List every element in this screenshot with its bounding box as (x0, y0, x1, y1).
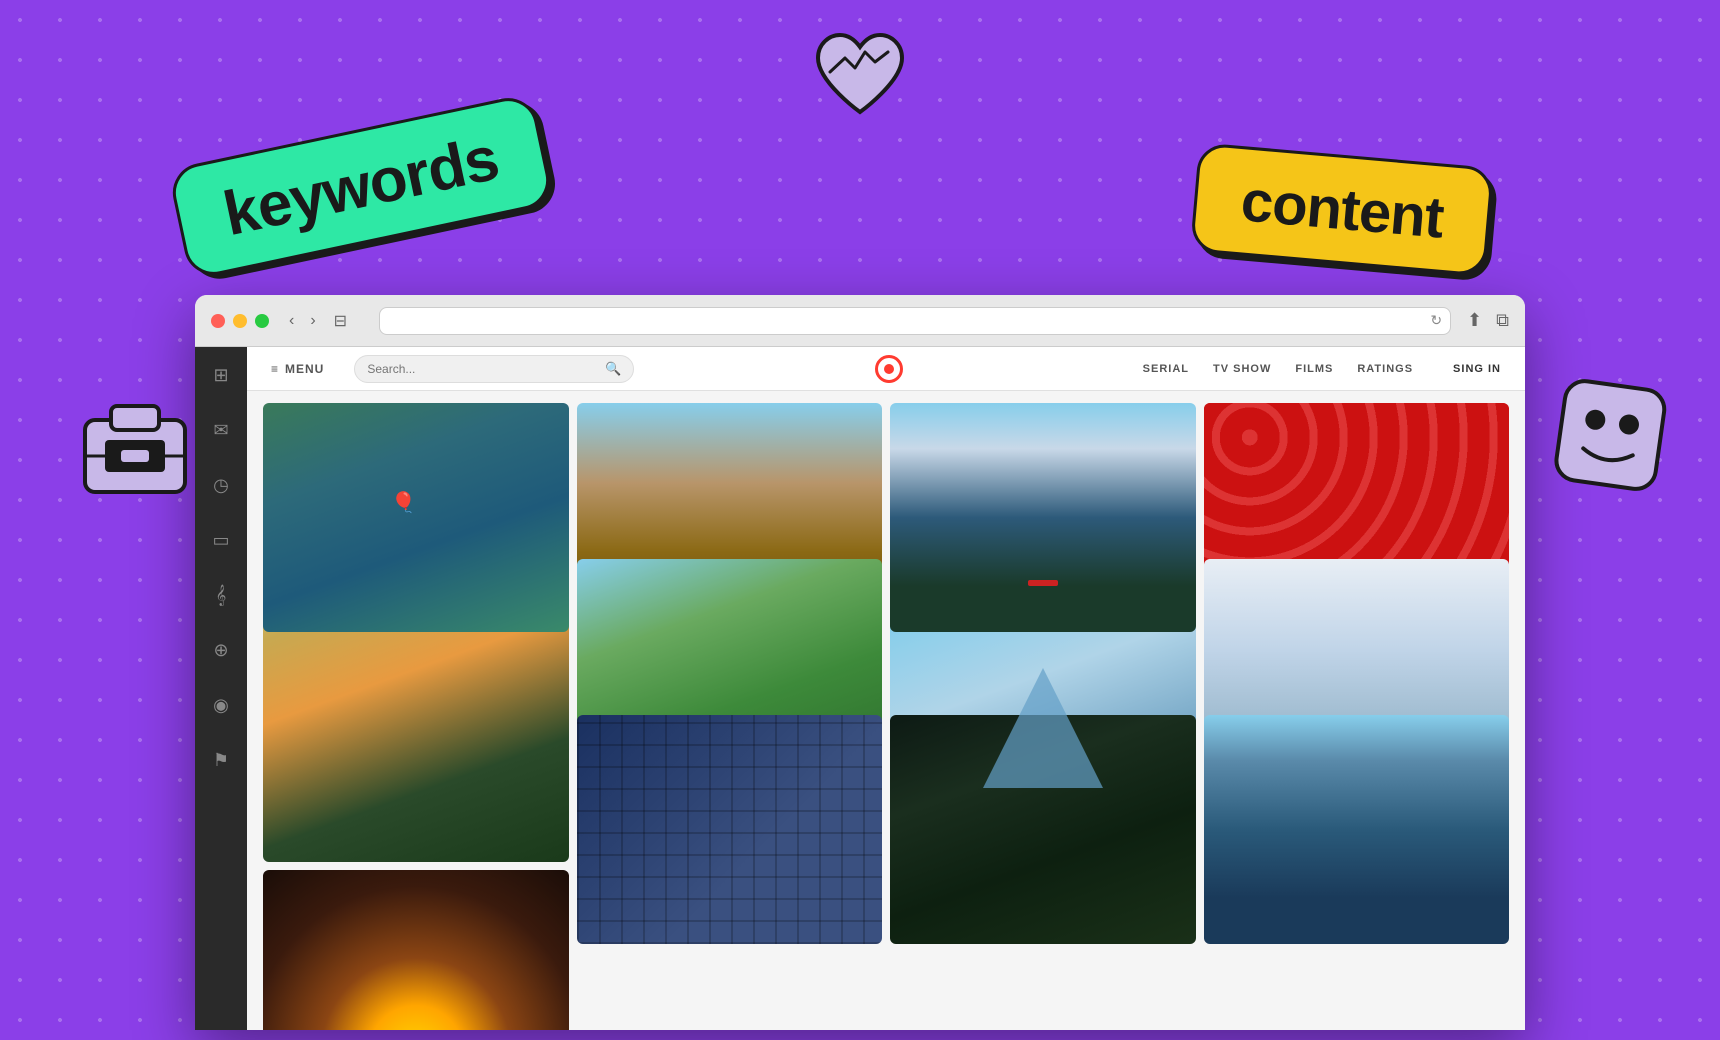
main-area: ≡ MENU 🔍 SERIAL TV SHOW FILMS RATINGS SI… (247, 347, 1525, 1030)
sidebar-clock-icon[interactable]: ◷ (207, 469, 235, 502)
site-logo[interactable] (875, 355, 903, 383)
logo-circle (875, 355, 903, 383)
share-icon[interactable]: ⬆ (1467, 310, 1482, 331)
sidebar-grid-icon[interactable]: ⊞ (207, 359, 234, 392)
content-label: content (1238, 168, 1445, 250)
sidebar-toggle-icon[interactable]: ⊟ (334, 311, 347, 331)
menu-label: MENU (285, 362, 324, 376)
sidebar-monitor-icon[interactable]: ▭ (206, 524, 235, 557)
refresh-icon[interactable]: ↻ (1430, 312, 1442, 329)
search-icon: 🔍 (605, 361, 621, 377)
gallery-grid: 🎈 (247, 391, 1525, 1030)
sidebar-film-icon[interactable]: ◉ (207, 689, 235, 722)
traffic-lights (211, 314, 269, 328)
face-icon (1548, 373, 1673, 502)
nav-links: SERIAL TV SHOW FILMS RATINGS (1143, 363, 1413, 375)
nav-tvshow[interactable]: TV SHOW (1213, 363, 1271, 375)
gallery-item-12[interactable] (263, 870, 569, 1030)
content-tag: content (1189, 142, 1494, 276)
search-bar[interactable]: 🔍 (354, 355, 634, 383)
gallery-item-1[interactable]: 🎈 (263, 403, 569, 632)
nav-arrows: ‹ › (283, 308, 322, 334)
search-input[interactable] (367, 362, 599, 376)
gallery-item-9[interactable] (577, 715, 883, 944)
keywords-label: keywords (218, 124, 504, 249)
keywords-tag: keywords (167, 93, 554, 281)
nav-films[interactable]: FILMS (1295, 363, 1333, 375)
forward-button[interactable]: › (304, 308, 321, 334)
back-button[interactable]: ‹ (283, 308, 300, 334)
top-nav: ≡ MENU 🔍 SERIAL TV SHOW FILMS RATINGS SI… (247, 347, 1525, 391)
url-bar[interactable]: ↻ (379, 307, 1451, 335)
browser-actions: ⬆ ⧉ (1467, 310, 1509, 331)
nav-ratings[interactable]: RATINGS (1357, 363, 1413, 375)
gallery-item-11[interactable] (1204, 715, 1510, 944)
browser-content: ⊞ ✉ ◷ ▭ 𝄞 ⊕ ◉ ⚑ ≡ MENU 🔍 (195, 347, 1525, 1030)
left-sidebar: ⊞ ✉ ◷ ▭ 𝄞 ⊕ ◉ ⚑ (195, 347, 247, 1030)
hamburger-icon: ≡ (271, 362, 279, 376)
briefcase-icon (75, 390, 195, 505)
minimize-button[interactable] (233, 314, 247, 328)
sidebar-globe-icon[interactable]: ⊕ (207, 634, 234, 667)
sidebar-mic-icon[interactable]: 𝄞 (210, 579, 233, 612)
menu-button[interactable]: ≡ MENU (271, 362, 324, 376)
sidebar-trophy-icon[interactable]: ⚑ (207, 744, 235, 777)
browser-window: ‹ › ⊟ ↻ ⬆ ⧉ ⊞ ✉ ◷ ▭ 𝄞 ⊕ ◉ ⚑ (195, 295, 1525, 1030)
browser-titlebar: ‹ › ⊟ ↻ ⬆ ⧉ (195, 295, 1525, 347)
copy-icon[interactable]: ⧉ (1496, 310, 1509, 331)
nav-serial[interactable]: SERIAL (1143, 363, 1189, 375)
gallery-item-7[interactable] (890, 559, 1196, 788)
maximize-button[interactable] (255, 314, 269, 328)
sidebar-mail-icon[interactable]: ✉ (207, 414, 234, 447)
heart-icon (810, 30, 910, 125)
sign-in-button[interactable]: SING IN (1453, 363, 1501, 375)
close-button[interactable] (211, 314, 225, 328)
